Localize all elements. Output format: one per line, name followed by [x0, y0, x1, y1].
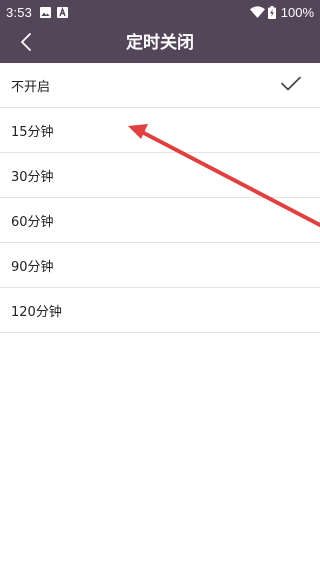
timer-option-list: 不开启 15分钟 30分钟 60分钟 90分钟 120分钟 — [0, 63, 320, 333]
status-bar: 3:53 100% — [0, 0, 320, 24]
battery-charging-icon — [267, 5, 276, 19]
toolbar: 定时关闭 — [0, 24, 320, 63]
page-title: 定时关闭 — [126, 33, 194, 53]
option-label: 60分钟 — [11, 214, 54, 230]
option-item-30min[interactable]: 30分钟 — [0, 153, 320, 198]
timer-off-screen: 3:53 100% 定时关闭 不开启 15分钟 30分钟 60分钟 90分钟 1… — [0, 0, 320, 568]
option-item-off[interactable]: 不开启 — [0, 63, 320, 108]
option-label: 15分钟 — [11, 124, 54, 140]
option-item-60min[interactable]: 60分钟 — [0, 198, 320, 243]
option-label: 30分钟 — [11, 169, 54, 185]
notification-icons — [40, 6, 69, 18]
a-badge-icon — [57, 6, 69, 18]
back-button[interactable] — [8, 24, 44, 63]
battery-percent: 100% — [280, 4, 314, 20]
status-time: 3:53 — [6, 4, 33, 20]
option-item-90min[interactable]: 90分钟 — [0, 243, 320, 288]
chevron-left-icon — [20, 32, 32, 56]
option-item-120min[interactable]: 120分钟 — [0, 288, 320, 333]
option-label: 120分钟 — [11, 304, 62, 320]
status-right-icons: 100% — [249, 4, 314, 20]
option-item-15min[interactable]: 15分钟 — [0, 108, 320, 153]
option-label: 90分钟 — [11, 259, 54, 275]
option-label: 不开启 — [11, 79, 51, 95]
wifi-icon — [249, 6, 265, 18]
checkmark-icon — [281, 76, 301, 95]
image-icon — [40, 6, 52, 18]
